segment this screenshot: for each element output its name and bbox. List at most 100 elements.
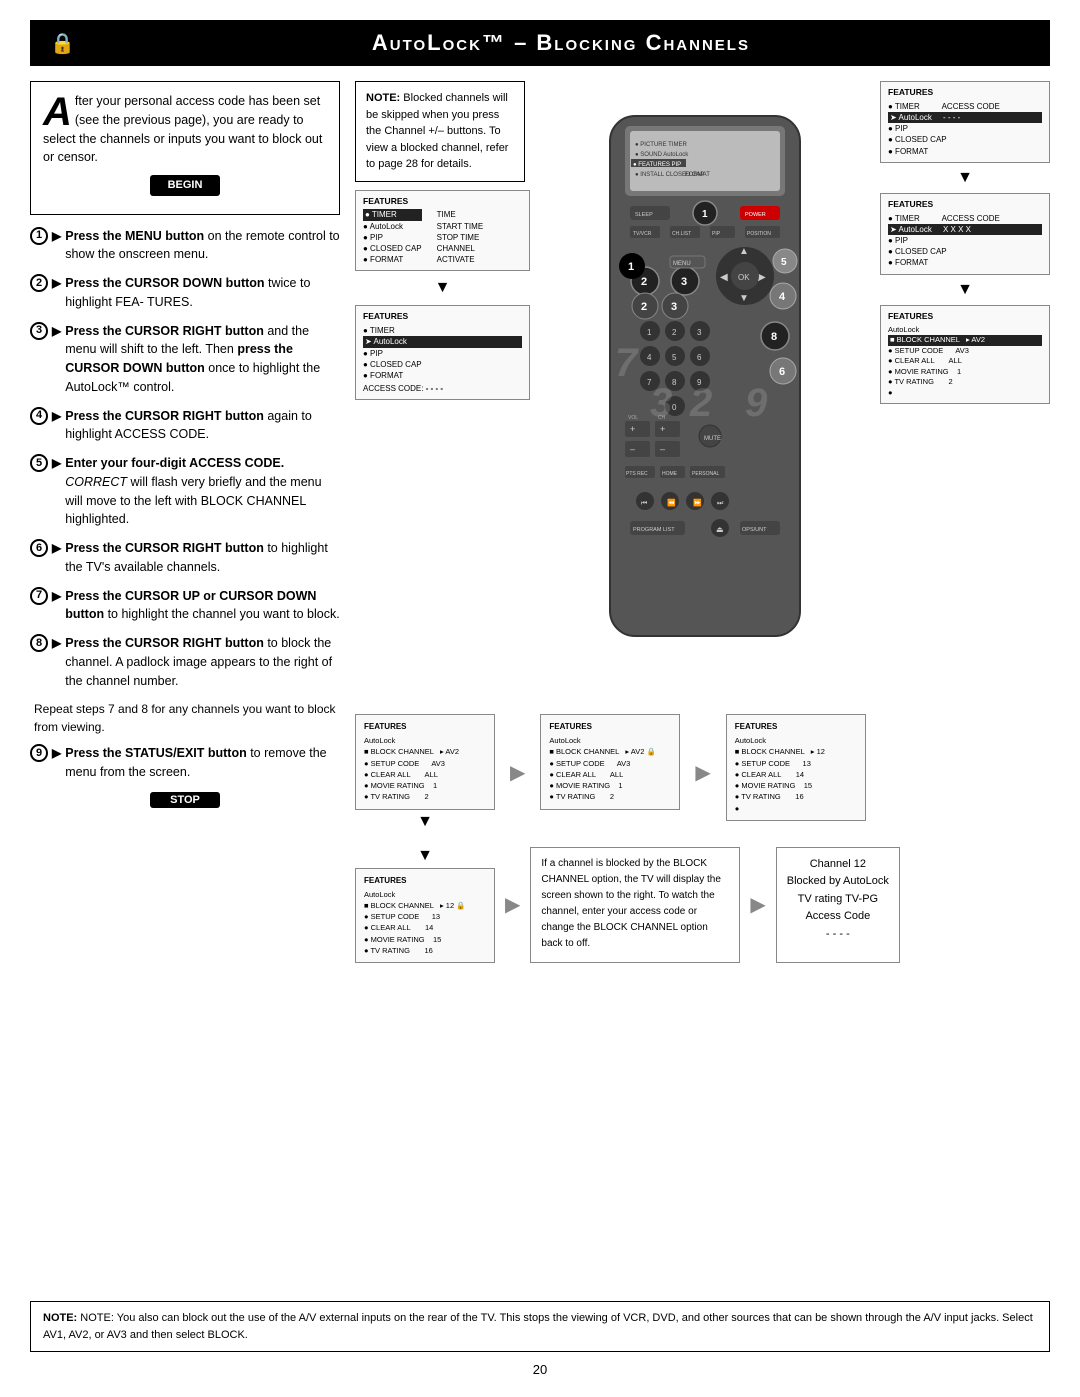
arrow-down-bottom: ▼ [417,813,433,831]
step-5-num: 5 ▶ [30,454,61,472]
left-column: A fter your personal access code has bee… [30,81,340,1289]
step-5-content: Enter your four-digit ACCESS CODE. CORRE… [65,454,340,529]
svg-text:9: 9 [745,381,768,425]
step-4-num: 4 ▶ [30,407,61,425]
panel-autolock-1: FEATURES ● TIMER ➤ AutoLock ● PIP ● CLOS… [355,305,530,400]
svg-text:PIP: PIP [712,231,721,237]
svg-text:SLEEP: SLEEP [635,212,653,218]
step-8: 8 ▶ Press the CURSOR RIGHT button to blo… [30,634,340,690]
step-7-content: Press the CURSOR UP or CURSOR DOWN butto… [65,587,340,625]
svg-text:MUTE: MUTE [704,436,721,442]
svg-text:CH.LIST: CH.LIST [672,231,691,237]
channel-blocked-line5: - - - - [787,926,889,944]
footer-note-label: NOTE: [43,1312,77,1324]
step-8-content: Press the CURSOR RIGHT button to block t… [65,634,340,690]
svg-text:4: 4 [647,353,652,362]
intro-text: fter your personal access code has been … [43,94,322,164]
svg-text:8: 8 [672,378,677,387]
svg-text:3: 3 [650,381,672,425]
drop-cap: A [43,92,72,128]
step-8-circle: 8 [30,634,48,652]
svg-text:–: – [630,444,635,454]
svg-text:0: 0 [672,403,677,412]
svg-text:PERSONAL: PERSONAL [692,471,719,477]
channel-blocked-line3: TV rating TV-PG [787,891,889,909]
channel-blocked-line1: Channel 12 [787,856,889,874]
stop-badge: STOP [150,792,220,808]
step-1: 1 ▶ Press the MENU button on the remote … [30,227,340,265]
svg-text:6: 6 [779,366,785,378]
svg-text:8: 8 [771,331,777,343]
svg-text:5: 5 [781,257,787,268]
arrow-right-4: ▶ [750,892,765,917]
svg-text:MENU: MENU [673,261,691,267]
header: 🔒 AutoLock™ – Blocking Channels [30,20,1050,66]
step-4-circle: 4 [30,407,48,425]
right-column: NOTE: Blocked channels will be skipped w… [355,81,1050,1289]
svg-text:TV/VCR: TV/VCR [633,231,652,237]
svg-text:+: + [630,424,635,434]
note-box: NOTE: Blocked channels will be skipped w… [355,81,525,182]
bottom-panels-area: FEATURES AutoLock ■ BLOCK CHANNEL ▸ AV2 … [355,714,1050,831]
svg-text:◀: ◀ [720,272,728,283]
svg-text:7: 7 [615,341,639,385]
svg-text:▲: ▲ [739,246,749,257]
step-4: 4 ▶ Press the CURSOR RIGHT button again … [30,407,340,445]
footer-note-text: NOTE: You also can block out the use of … [43,1312,1033,1341]
repeat-text: Repeat steps 7 and 8 for any channels yo… [30,700,340,736]
svg-text:PTS REC: PTS REC [626,471,648,477]
step-3-circle: 3 [30,322,48,340]
svg-text:● SOUND AutoLock: ● SOUND AutoLock [635,152,689,158]
svg-text:● PICTURE TIMER: ● PICTURE TIMER [635,142,688,148]
svg-text:1: 1 [702,209,708,220]
step-6: 6 ▶ Press the CURSOR RIGHT button to hig… [30,539,340,577]
svg-text:OK: OK [738,273,750,282]
svg-text:PROGRAM LIST: PROGRAM LIST [633,527,675,533]
bottom-panel-locked-a: FEATURES AutoLock ■ BLOCK CHANNEL ▸ AV2 … [355,714,495,810]
svg-text:6: 6 [697,353,702,362]
step-8-num: 8 ▶ [30,634,61,652]
svg-text:FORMAT: FORMAT [685,172,710,178]
bottom-panel-locked-b: FEATURES AutoLock ■ BLOCK CHANNEL ▸ AV2 … [540,714,680,810]
step-7-num: 7 ▶ [30,587,61,605]
svg-text:3: 3 [671,301,677,313]
panel-block-channel: FEATURES AutoLock ■ BLOCK CHANNEL ▸ AV2 … [880,305,1050,404]
step-4-content: Press the CURSOR RIGHT button again to h… [65,407,340,445]
svg-text:HOME: HOME [662,471,678,477]
note-title: NOTE: [366,92,400,104]
svg-text:1: 1 [647,328,652,337]
step-5: 5 ▶ Enter your four-digit ACCESS CODE. C… [30,454,340,529]
svg-text:3: 3 [697,328,702,337]
block-channel-text: If a channel is blocked by the BLOCK CHA… [541,858,721,949]
lock-icon: 🔒 [50,31,77,56]
svg-text:2: 2 [641,301,647,313]
step-2-content: Press the CURSOR DOWN button twice to hi… [65,274,340,312]
step-1-circle: 1 [30,227,48,245]
page-title: AutoLock™ – Blocking Channels [92,30,1030,56]
page: 🔒 AutoLock™ – Blocking Channels A fter y… [0,0,1080,1397]
panel-autolock-2: FEATURES ● TIMER ACCESS CODE ➤ AutoLock … [880,81,1050,163]
remote-center: ● PICTURE TIMER ● SOUND AutoLock ● FEATU… [540,81,870,701]
step-9-num: 9 ▶ [30,744,61,762]
arrow-right-2: ▶ [690,760,715,785]
svg-text:VOL: VOL [628,415,638,421]
step-6-content: Press the CURSOR RIGHT button to highlig… [65,539,340,577]
svg-text:⏩: ⏩ [693,498,702,507]
arrow-down-1: ▼ [355,279,530,297]
svg-text:1: 1 [628,261,634,273]
svg-text:⏏: ⏏ [716,525,724,534]
step-6-circle: 6 [30,539,48,557]
step-2-circle: 2 [30,274,48,292]
step-1-content: Press the MENU button on the remote cont… [65,227,340,265]
page-number: 20 [30,1362,1050,1377]
step-3: 3 ▶ Press the CURSOR RIGHT button and th… [30,322,340,397]
step-2-num: 2 ▶ [30,274,61,292]
channel-blocked-line2: Blocked by AutoLock [787,873,889,891]
svg-text:+: + [660,424,665,434]
svg-text:–: – [660,444,665,454]
step-7-circle: 7 [30,587,48,605]
main-content: A fter your personal access code has bee… [30,81,1050,1289]
intro-box: A fter your personal access code has bee… [30,81,340,215]
svg-text:2: 2 [641,276,647,288]
svg-text:2: 2 [672,328,677,337]
